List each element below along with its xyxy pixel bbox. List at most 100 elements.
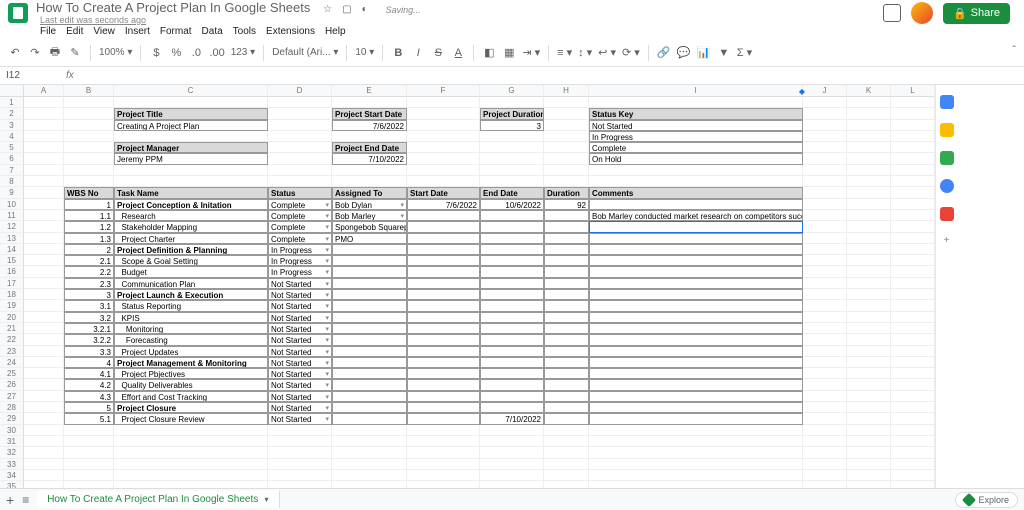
cell[interactable]	[589, 379, 803, 390]
cell[interactable]	[544, 346, 589, 357]
cell[interactable]: Comments	[589, 187, 803, 198]
cell[interactable]	[803, 120, 847, 131]
row-header[interactable]: 4	[0, 131, 24, 142]
cell[interactable]	[407, 334, 480, 345]
cell[interactable]: WBS No	[64, 187, 114, 198]
cell[interactable]	[891, 346, 935, 357]
cell[interactable]	[803, 255, 847, 266]
cell[interactable]: Not Started	[268, 334, 332, 345]
cell[interactable]	[544, 459, 589, 470]
cell[interactable]: Complete	[268, 210, 332, 221]
cell[interactable]	[891, 289, 935, 300]
cell[interactable]: Project Updates	[114, 346, 268, 357]
cell[interactable]	[24, 391, 64, 402]
cell[interactable]	[332, 391, 407, 402]
document-title[interactable]: How To Create A Project Plan In Google S…	[36, 0, 310, 15]
cell[interactable]	[589, 266, 803, 277]
cell[interactable]: Project Duration	[480, 108, 544, 119]
cell[interactable]	[407, 153, 480, 164]
valign-icon[interactable]: ↕ ▾	[578, 45, 592, 61]
cell[interactable]	[24, 165, 64, 176]
cell[interactable]: In Progress	[268, 244, 332, 255]
cell[interactable]	[332, 368, 407, 379]
cell[interactable]	[480, 379, 544, 390]
cell[interactable]	[332, 131, 407, 142]
cell[interactable]	[480, 312, 544, 323]
cell[interactable]	[114, 425, 268, 436]
cell[interactable]: 4.2	[64, 379, 114, 390]
cell[interactable]	[480, 176, 544, 187]
cell[interactable]: 2.1	[64, 255, 114, 266]
cell[interactable]	[847, 391, 891, 402]
cell[interactable]	[114, 176, 268, 187]
cell[interactable]	[891, 312, 935, 323]
cell[interactable]	[891, 199, 935, 210]
cell[interactable]	[891, 108, 935, 119]
zoom-select[interactable]: 100% ▾	[99, 47, 132, 58]
redo-icon[interactable]: ↷	[28, 45, 42, 61]
cell[interactable]	[24, 300, 64, 311]
row-header[interactable]: 19	[0, 300, 24, 311]
cell[interactable]: Project Definition & Planning	[114, 244, 268, 255]
cell[interactable]: 10/6/2022	[480, 199, 544, 210]
cell[interactable]	[407, 165, 480, 176]
cell[interactable]	[803, 346, 847, 357]
cell[interactable]	[847, 289, 891, 300]
cell[interactable]: Project End Date	[332, 142, 407, 153]
cell[interactable]	[480, 131, 544, 142]
menu-format[interactable]: Format	[160, 26, 192, 37]
cell[interactable]	[480, 346, 544, 357]
cell[interactable]	[847, 323, 891, 334]
cell[interactable]: Status	[268, 187, 332, 198]
cell[interactable]	[589, 425, 803, 436]
column-header[interactable]: B	[64, 85, 114, 97]
cell[interactable]	[332, 244, 407, 255]
menu-extensions[interactable]: Extensions	[266, 26, 315, 37]
cell[interactable]: Scope & Goal Setting	[114, 255, 268, 266]
cell[interactable]	[24, 357, 64, 368]
column-header[interactable]: K	[847, 85, 891, 97]
column-header[interactable]: E	[332, 85, 407, 97]
cell[interactable]	[589, 357, 803, 368]
cell[interactable]	[891, 176, 935, 187]
cell[interactable]	[114, 131, 268, 142]
cell[interactable]	[24, 255, 64, 266]
cell[interactable]	[480, 323, 544, 334]
cell[interactable]	[407, 266, 480, 277]
cell[interactable]: Not Started	[268, 323, 332, 334]
cell[interactable]	[803, 199, 847, 210]
wrap-icon[interactable]: ↩ ▾	[598, 45, 616, 61]
column-header[interactable]: L	[891, 85, 935, 97]
cell[interactable]: Forecasting	[114, 334, 268, 345]
cell[interactable]	[847, 108, 891, 119]
cell[interactable]	[544, 312, 589, 323]
cell[interactable]: 4.1	[64, 368, 114, 379]
cell[interactable]	[407, 470, 480, 481]
cell[interactable]	[891, 368, 935, 379]
cell[interactable]	[803, 142, 847, 153]
cell[interactable]	[847, 142, 891, 153]
column-header[interactable]: J	[803, 85, 847, 97]
cell[interactable]	[847, 402, 891, 413]
rotate-icon[interactable]: ⟳ ▾	[622, 45, 640, 61]
row-header[interactable]: 21	[0, 323, 24, 334]
share-button[interactable]: 🔒Share	[943, 3, 1010, 24]
cell[interactable]	[847, 153, 891, 164]
row-header[interactable]: 7	[0, 165, 24, 176]
add-icon[interactable]: +	[944, 235, 950, 246]
cell[interactable]	[24, 153, 64, 164]
cell[interactable]	[891, 120, 935, 131]
cell[interactable]	[589, 278, 803, 289]
cell[interactable]	[332, 425, 407, 436]
cell[interactable]	[407, 176, 480, 187]
cell[interactable]: Project Start Date	[332, 108, 407, 119]
cell[interactable]	[891, 459, 935, 470]
cell[interactable]	[480, 470, 544, 481]
tab-menu-icon[interactable]: ▾	[262, 495, 268, 504]
cell[interactable]	[847, 413, 891, 424]
row-header[interactable]: 26	[0, 379, 24, 390]
cell[interactable]	[589, 233, 803, 244]
cell[interactable]	[64, 176, 114, 187]
cell[interactable]	[891, 413, 935, 424]
cell[interactable]	[589, 176, 803, 187]
